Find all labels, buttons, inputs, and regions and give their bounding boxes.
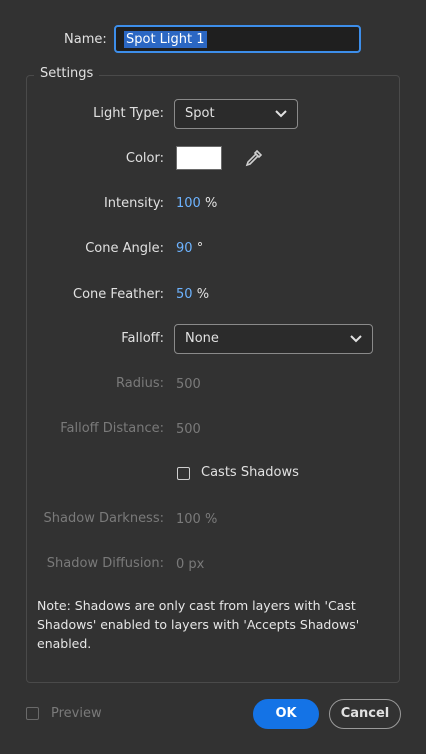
- name-input-value: Spot Light 1: [124, 31, 207, 48]
- cone-angle-unit: °: [196, 241, 204, 256]
- falloff-distance-label: Falloff Distance:: [60, 421, 164, 436]
- cone-feather-label: Cone Feather:: [73, 287, 164, 302]
- preview-label[interactable]: Preview: [51, 706, 102, 721]
- falloff-value: None: [185, 331, 219, 346]
- shadows-note: Note: Shadows are only cast from layers …: [37, 598, 360, 651]
- falloff-distance-value: 500: [176, 422, 201, 437]
- shadow-diffusion-value: 0 px: [176, 557, 205, 572]
- shadow-darkness-value: 100 %: [176, 512, 218, 527]
- intensity-unit: %: [204, 196, 218, 211]
- chevron-down-icon: [350, 335, 362, 343]
- cone-angle-label: Cone Angle:: [85, 241, 164, 256]
- eyedropper-icon[interactable]: [244, 148, 264, 168]
- light-type-value: Spot: [185, 106, 215, 121]
- light-type-label: Light Type:: [93, 106, 164, 121]
- intensity-field[interactable]: 100 %: [176, 196, 217, 211]
- casts-shadows-label[interactable]: Casts Shadows: [201, 465, 299, 480]
- name-input[interactable]: Spot Light 1: [114, 25, 361, 53]
- falloff-label: Falloff:: [121, 331, 164, 346]
- intensity-label: Intensity:: [103, 196, 164, 211]
- color-swatch[interactable]: [176, 146, 222, 170]
- intensity-value[interactable]: 100: [176, 196, 201, 211]
- shadow-diffusion-label: Shadow Diffusion:: [46, 556, 164, 571]
- cancel-button[interactable]: Cancel: [329, 699, 401, 729]
- settings-title: Settings: [34, 66, 100, 81]
- cone-feather-unit: %: [196, 287, 210, 302]
- cone-feather-value[interactable]: 50: [176, 287, 193, 302]
- light-type-dropdown[interactable]: Spot: [174, 99, 298, 129]
- name-label: Name:: [64, 32, 107, 47]
- chevron-down-icon: [275, 110, 287, 118]
- shadow-darkness-label: Shadow Darkness:: [43, 511, 164, 526]
- casts-shadows-checkbox[interactable]: [177, 467, 190, 480]
- cone-angle-value[interactable]: 90: [176, 241, 193, 256]
- radius-label: Radius:: [116, 376, 164, 391]
- preview-checkbox[interactable]: [26, 707, 39, 720]
- falloff-dropdown[interactable]: None: [174, 324, 373, 354]
- radius-value: 500: [176, 377, 201, 392]
- cone-feather-field[interactable]: 50 %: [176, 287, 209, 302]
- cone-angle-field[interactable]: 90 °: [176, 241, 203, 256]
- ok-button[interactable]: OK: [253, 699, 319, 729]
- color-label: Color:: [125, 151, 164, 166]
